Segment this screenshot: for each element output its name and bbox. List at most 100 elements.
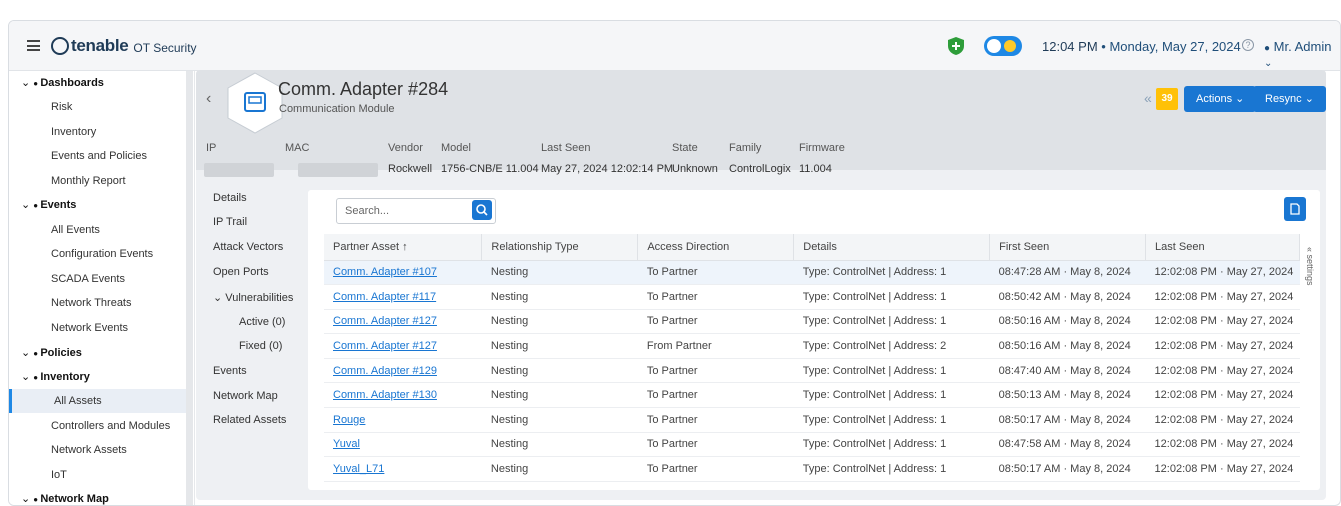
sidebar-item-all-assets[interactable]: All Assets: [9, 389, 186, 413]
sidebar-item-label: All Assets: [54, 395, 102, 407]
table-cell[interactable]: Comm. Adapter #107: [324, 260, 482, 286]
table-cell[interactable]: Comm. Adapter #130: [324, 382, 482, 409]
subnav-vulnerabilities[interactable]: ⌄ Vulnerabilities: [213, 291, 293, 304]
chevron-down-icon: ⌄: [21, 77, 34, 89]
sidebar-item-scada-events[interactable]: SCADA Events: [9, 267, 186, 291]
user-menu[interactable]: ● Mr. Admin ⌄: [1264, 39, 1340, 69]
table-cell: Nesting: [481, 382, 638, 409]
export-icon[interactable]: [1284, 197, 1306, 221]
partner-asset-link[interactable]: Comm. Adapter #127: [333, 340, 437, 352]
chevron-down-icon: ⌄: [21, 347, 34, 359]
menu-icon[interactable]: [27, 40, 40, 51]
table-cell: 08:50:16 AM · May 8, 2024: [989, 309, 1146, 335]
table-row[interactable]: Yuval_L71 Nesting To Partner Type: ControlN…: [324, 456, 1300, 482]
help-icon[interactable]: ?: [1242, 39, 1254, 51]
asset-subtitle: Communication Module: [279, 103, 395, 115]
table-row[interactable]: Comm. Adapter #129 Nesting To Partner Type:…: [324, 358, 1300, 384]
sidebar-item-label: Network Events: [51, 322, 129, 334]
sidebar-item-events-and-policies[interactable]: Events and Policies: [9, 144, 186, 168]
sidebar-item-events[interactable]: ⌄ ● Events: [9, 193, 186, 217]
table-cell[interactable]: Comm. Adapter #129: [324, 358, 482, 384]
table-cell: Type: ControlNet | Address: 1: [793, 358, 990, 384]
table-cell: To Partner: [637, 358, 794, 384]
table-cell[interactable]: Comm. Adapter #117: [324, 284, 482, 310]
table-cell: 08:50:17 AM · May 8, 2024: [989, 456, 1146, 482]
subnav-active[interactable]: Active (0): [239, 316, 285, 328]
subnav-ip-trail[interactable]: IP Trail: [213, 216, 247, 228]
state-value: Unknown: [672, 163, 718, 175]
double-chevron-left-icon[interactable]: «: [1144, 90, 1152, 106]
meta-header-state: State: [672, 142, 698, 154]
sidebar-item-configuration-events[interactable]: Configuration Events: [9, 242, 186, 266]
table-cell: Type: ControlNet | Address: 1: [793, 309, 990, 335]
tenable-logo-icon: [51, 37, 69, 55]
table-cell[interactable]: Rouge: [324, 407, 482, 433]
table-row[interactable]: Comm. Adapter #117 Nesting To Partner Type:…: [324, 284, 1300, 310]
sidebar-item-inventory[interactable]: Inventory: [9, 120, 186, 144]
shield-icon[interactable]: [948, 37, 964, 55]
vendor-value: Rockwell: [388, 163, 433, 175]
table-cell: Type: ControlNet | Address: 2: [793, 333, 990, 359]
partner-asset-link[interactable]: Comm. Adapter #117: [333, 291, 436, 303]
column-header[interactable]: Access Direction: [637, 234, 795, 261]
table-row[interactable]: Comm. Adapter #127 Nesting To Partner Type:…: [324, 309, 1300, 335]
table-row[interactable]: Comm. Adapter #127 Nesting From Partner Typ…: [324, 333, 1300, 359]
table-cell[interactable]: Comm. Adapter #127: [324, 309, 482, 335]
events-badge[interactable]: 39: [1156, 88, 1178, 110]
partner-asset-link[interactable]: Comm. Adapter #127: [333, 315, 437, 327]
partner-asset-link[interactable]: Rouge: [333, 414, 365, 426]
subnav-open-ports[interactable]: Open Ports: [213, 266, 269, 278]
sidebar-item-network-assets[interactable]: Network Assets: [9, 438, 186, 462]
subnav-related-assets[interactable]: Related Assets: [213, 414, 286, 426]
settings-tab[interactable]: « settings: [1301, 236, 1315, 296]
table-cell: Nesting: [481, 358, 638, 384]
sidebar-item-inventory[interactable]: ⌄ ● Inventory: [9, 365, 186, 389]
sidebar-item-network-events[interactable]: Network Events: [9, 316, 186, 340]
settings-label: settings: [1305, 254, 1315, 286]
table-row[interactable]: Yuval Nesting To Partner Type: ControlNet |…: [324, 432, 1300, 458]
partner-asset-link[interactable]: Comm. Adapter #130: [333, 389, 437, 401]
sidebar-item-network-threats[interactable]: Network Threats: [9, 291, 186, 315]
sidebar: ⌄ ● Dashboards Risk Inventory Events and Po…: [9, 71, 195, 505]
actions-button[interactable]: Actions ⌄: [1184, 86, 1257, 112]
sidebar-item-controllers-and-modules[interactable]: Controllers and Modules: [9, 414, 186, 438]
resync-button[interactable]: Resync ⌄: [1253, 86, 1326, 112]
partner-asset-link[interactable]: Comm. Adapter #107: [333, 266, 437, 278]
table-row[interactable]: Rouge Nesting To Partner Type: ControlNet |…: [324, 407, 1300, 433]
partner-asset-link[interactable]: Yuval_L71: [333, 463, 384, 475]
table-cell[interactable]: Comm. Adapter #127: [324, 333, 482, 359]
column-header[interactable]: Relationship Type: [481, 234, 639, 261]
user-icon: ●: [1264, 43, 1271, 54]
back-icon[interactable]: ‹: [206, 90, 211, 108]
sidebar-item-network-map[interactable]: ⌄ ● Network Map: [9, 487, 186, 505]
table-cell[interactable]: Yuval_L71: [324, 456, 482, 482]
table-cell: 12:02:08 PM · May 27, 2024: [1145, 382, 1300, 409]
table-cell[interactable]: Yuval: [324, 432, 482, 458]
column-header[interactable]: Partner Asset ↑: [324, 234, 483, 261]
subnav-attack-vectors[interactable]: Attack Vectors: [213, 241, 283, 253]
sidebar-scrollbar[interactable]: [186, 71, 193, 505]
subnav-network-map[interactable]: Network Map: [213, 390, 278, 402]
table-cell: 12:02:08 PM · May 27, 2024: [1145, 333, 1300, 359]
partner-asset-link[interactable]: Comm. Adapter #129: [333, 365, 437, 377]
subnav-events[interactable]: Events: [213, 365, 247, 377]
sidebar-item-risk[interactable]: Risk: [9, 95, 186, 119]
column-header[interactable]: First Seen: [989, 234, 1147, 261]
subnav-details[interactable]: Details: [213, 192, 247, 204]
theme-toggle[interactable]: [984, 36, 1022, 56]
sidebar-item-iot[interactable]: IoT: [9, 463, 186, 487]
sidebar-item-monthly-report[interactable]: Monthly Report: [9, 169, 186, 193]
table-cell: Type: ControlNet | Address: 1: [793, 260, 990, 286]
meta-header-last-seen: Last Seen: [541, 142, 591, 154]
subnav-fixed[interactable]: Fixed (0): [239, 340, 282, 352]
search-icon[interactable]: [472, 200, 492, 220]
table-cell: 08:50:16 AM · May 8, 2024: [989, 333, 1146, 359]
column-header[interactable]: Last Seen: [1145, 234, 1300, 261]
sidebar-item-policies[interactable]: ⌄ ● Policies: [9, 341, 186, 365]
sidebar-item-dashboards[interactable]: ⌄ ● Dashboards: [9, 71, 186, 95]
partner-asset-link[interactable]: Yuval: [333, 438, 360, 450]
table-row[interactable]: Comm. Adapter #107 Nesting To Partner Type:…: [324, 260, 1300, 286]
column-header[interactable]: Details: [793, 234, 991, 261]
table-row[interactable]: Comm. Adapter #130 Nesting To Partner Type:…: [324, 382, 1300, 409]
sidebar-item-all-events[interactable]: All Events: [9, 218, 186, 242]
